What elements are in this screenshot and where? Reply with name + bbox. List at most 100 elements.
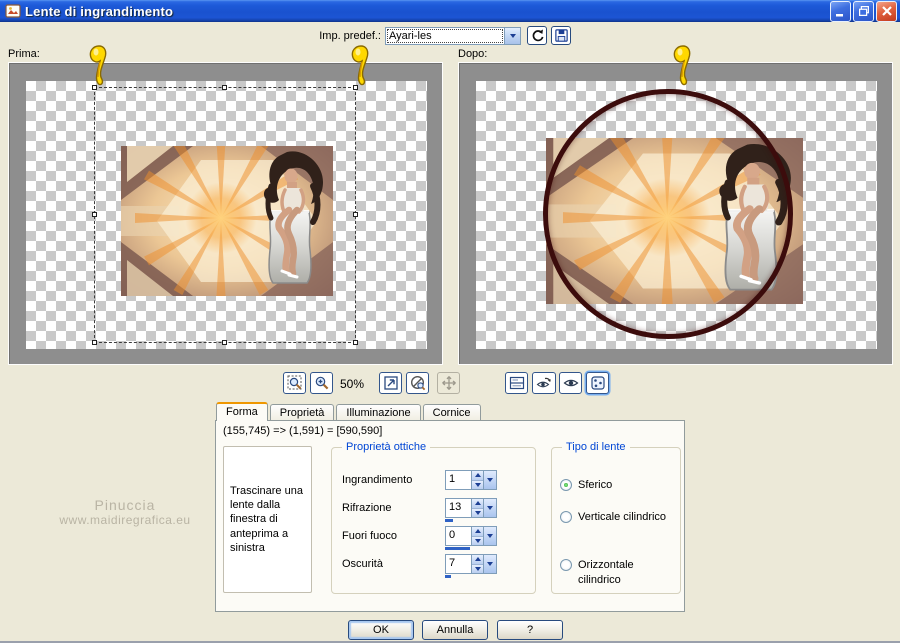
radio-orizzontale-cilindrico[interactable]: Orizzontale cilindrico: [560, 558, 676, 588]
window-title: Lente di ingrandimento: [25, 4, 828, 19]
spin-down-icon[interactable]: [472, 536, 483, 546]
radio-verticale-label: Verticale cilindrico: [578, 510, 666, 525]
magnifier-dashed-icon: [287, 375, 303, 391]
tab-strip: Forma Proprietà Illuminazione Cornice: [216, 403, 483, 421]
save-preset-button[interactable]: [551, 26, 571, 45]
spin-down-icon[interactable]: [472, 480, 483, 490]
tab-proprieta[interactable]: Proprietà: [270, 404, 335, 421]
spin-up-icon[interactable]: [472, 527, 483, 536]
watermark-url: www.maidiregrafica.eu: [35, 513, 215, 527]
preset-label: Imp. predef.:: [315, 30, 381, 42]
magnifier-slash-icon: [410, 375, 426, 391]
spin-up-icon[interactable]: [472, 499, 483, 508]
spin-up-icon[interactable]: [472, 471, 483, 480]
before-label: Prima:: [8, 48, 40, 60]
selection-handle[interactable]: [353, 212, 358, 217]
radio-sferico[interactable]: Sferico: [560, 478, 676, 493]
lens-type-group: Tipo di lente Sferico Verticale cilindri…: [551, 447, 681, 594]
before-preview[interactable]: [8, 62, 443, 365]
optics-group-title: Proprietà ottiche: [342, 441, 430, 453]
lens-type-group-title: Tipo di lente: [562, 441, 630, 453]
spin-down-icon[interactable]: [472, 508, 483, 518]
selection-handle[interactable]: [222, 340, 227, 345]
slider-chevron-icon[interactable]: [483, 471, 496, 489]
zoom-in-button[interactable]: [310, 372, 333, 394]
spinner-arrows[interactable]: [471, 471, 483, 489]
defocus-spinner[interactable]: 0: [445, 526, 497, 546]
dice-icon: [590, 375, 606, 391]
optics-group: Proprietà ottiche Ingrandimento 1 Rifraz…: [331, 447, 536, 594]
zoom-selection-button[interactable]: [283, 372, 306, 394]
tab-forma[interactable]: Forma: [216, 402, 268, 421]
magnification-label: Ingrandimento: [342, 474, 412, 486]
after-preview[interactable]: [458, 62, 893, 365]
spinner-arrows[interactable]: [471, 527, 483, 545]
ok-button[interactable]: OK: [348, 620, 414, 640]
selection-handle[interactable]: [92, 340, 97, 345]
slider-chevron-icon[interactable]: [483, 555, 496, 573]
selection-handle[interactable]: [92, 212, 97, 217]
refraction-label: Rifrazione: [342, 502, 392, 514]
spin-down-icon[interactable]: [472, 564, 483, 574]
cancel-button[interactable]: Annulla: [422, 620, 488, 640]
refraction-spinner[interactable]: 13: [445, 498, 497, 518]
pan-button[interactable]: [437, 372, 460, 394]
tab-cornice[interactable]: Cornice: [423, 404, 481, 421]
magnify-lens-dialog: Lente di ingrandimento Imp. predef.: Aya…: [0, 0, 900, 643]
randomize-button[interactable]: [586, 372, 609, 394]
title-bar[interactable]: Lente di ingrandimento: [0, 0, 900, 22]
radio-button-icon[interactable]: [560, 511, 572, 523]
toggle-panes-button[interactable]: [505, 372, 528, 394]
after-canvas[interactable]: [476, 81, 877, 349]
radio-verticale-cilindrico[interactable]: Verticale cilindrico: [560, 510, 676, 525]
magnifier-plus-icon: [314, 375, 330, 391]
watermark: Pinuccia www.maidiregrafica.eu: [35, 497, 215, 527]
watermark-name: Pinuccia: [35, 497, 215, 513]
selection-rect[interactable]: [94, 87, 356, 343]
slider-chevron-icon[interactable]: [483, 499, 496, 517]
darkness-value[interactable]: 7: [446, 555, 471, 573]
tab-illuminazione[interactable]: Illuminazione: [336, 404, 420, 421]
spinner-arrows[interactable]: [471, 499, 483, 517]
restore-button[interactable]: [853, 1, 874, 22]
spinner-arrows[interactable]: [471, 555, 483, 573]
reset-arrow-icon: [530, 28, 545, 43]
zoom-level: 50%: [340, 377, 372, 391]
slider-indicator: [445, 575, 451, 578]
close-button[interactable]: [876, 1, 897, 22]
instruction-text: Trascinare una lente dalla finestra di a…: [230, 484, 305, 555]
slider-chevron-icon[interactable]: [483, 527, 496, 545]
defocus-value[interactable]: 0: [446, 527, 471, 545]
forma-tab-panel: (155,745) => (1,591) = [590,590] Trascin…: [215, 420, 685, 612]
zoom-lock-button[interactable]: [406, 372, 429, 394]
minimize-button[interactable]: [830, 1, 851, 22]
radio-button-icon[interactable]: [560, 479, 572, 491]
minimize-icon: [834, 5, 847, 18]
radio-button-icon[interactable]: [560, 559, 572, 571]
fit-window-button[interactable]: [379, 372, 402, 394]
save-disk-icon: [554, 28, 569, 43]
chevron-down-icon[interactable]: [504, 28, 520, 44]
lens-circle[interactable]: [543, 89, 793, 339]
darkness-spinner[interactable]: 7: [445, 554, 497, 574]
coordinates-status: (155,745) => (1,591) = [590,590]: [223, 425, 382, 437]
yellow-hook-icon: [671, 44, 693, 86]
selection-handle[interactable]: [353, 340, 358, 345]
eye-refresh-icon: [536, 375, 552, 391]
selection-handle[interactable]: [222, 85, 227, 90]
eye-icon: [563, 375, 579, 391]
pan-cross-icon: [441, 375, 457, 391]
refraction-value[interactable]: 13: [446, 499, 471, 517]
magnification-value[interactable]: 1: [446, 471, 471, 489]
before-canvas[interactable]: [26, 81, 427, 349]
resize-arrow-icon: [383, 375, 399, 391]
restore-icon: [857, 4, 871, 18]
proof-button[interactable]: [559, 372, 582, 394]
spin-up-icon[interactable]: [472, 555, 483, 564]
reset-preset-button[interactable]: [527, 26, 547, 45]
auto-proof-button[interactable]: [532, 372, 556, 394]
magnification-spinner[interactable]: 1: [445, 470, 497, 490]
preset-combobox[interactable]: Ayari-les: [385, 27, 521, 45]
yellow-hook-icon: [349, 44, 371, 86]
help-button[interactable]: ?: [497, 620, 563, 640]
